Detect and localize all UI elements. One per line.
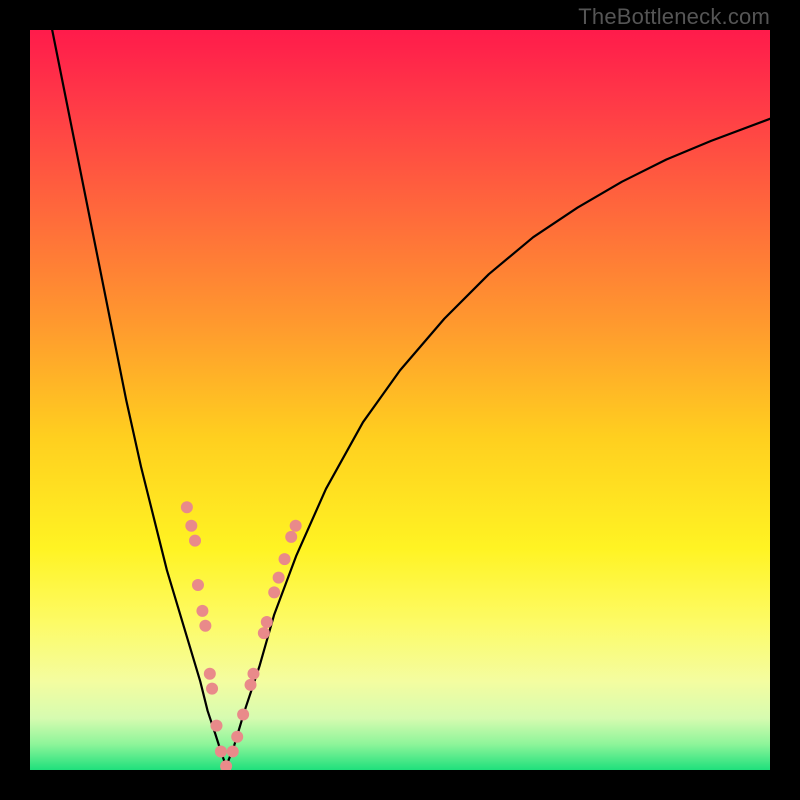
highlight-dot: [199, 620, 211, 632]
highlight-dot: [273, 572, 285, 584]
plot-area: [30, 30, 770, 770]
highlight-dot: [215, 746, 227, 758]
highlight-dot: [196, 605, 208, 617]
highlight-dot: [185, 520, 197, 532]
highlight-dot: [247, 668, 259, 680]
highlight-dot: [227, 746, 239, 758]
highlight-dot: [261, 616, 273, 628]
highlight-dot: [231, 731, 243, 743]
gradient-bg: [30, 30, 770, 770]
chart-svg: [30, 30, 770, 770]
highlight-dot: [192, 579, 204, 591]
highlight-dot: [279, 553, 291, 565]
highlight-dot: [181, 501, 193, 513]
highlight-dot: [204, 668, 216, 680]
chart-frame: TheBottleneck.com: [0, 0, 800, 800]
watermark-text: TheBottleneck.com: [578, 4, 770, 30]
highlight-dot: [210, 720, 222, 732]
highlight-dot: [290, 520, 302, 532]
highlight-dot: [245, 679, 257, 691]
highlight-dot: [237, 709, 249, 721]
highlight-dot: [258, 627, 270, 639]
highlight-dot: [268, 586, 280, 598]
highlight-dot: [206, 683, 218, 695]
highlight-dot: [285, 531, 297, 543]
highlight-dot: [189, 535, 201, 547]
